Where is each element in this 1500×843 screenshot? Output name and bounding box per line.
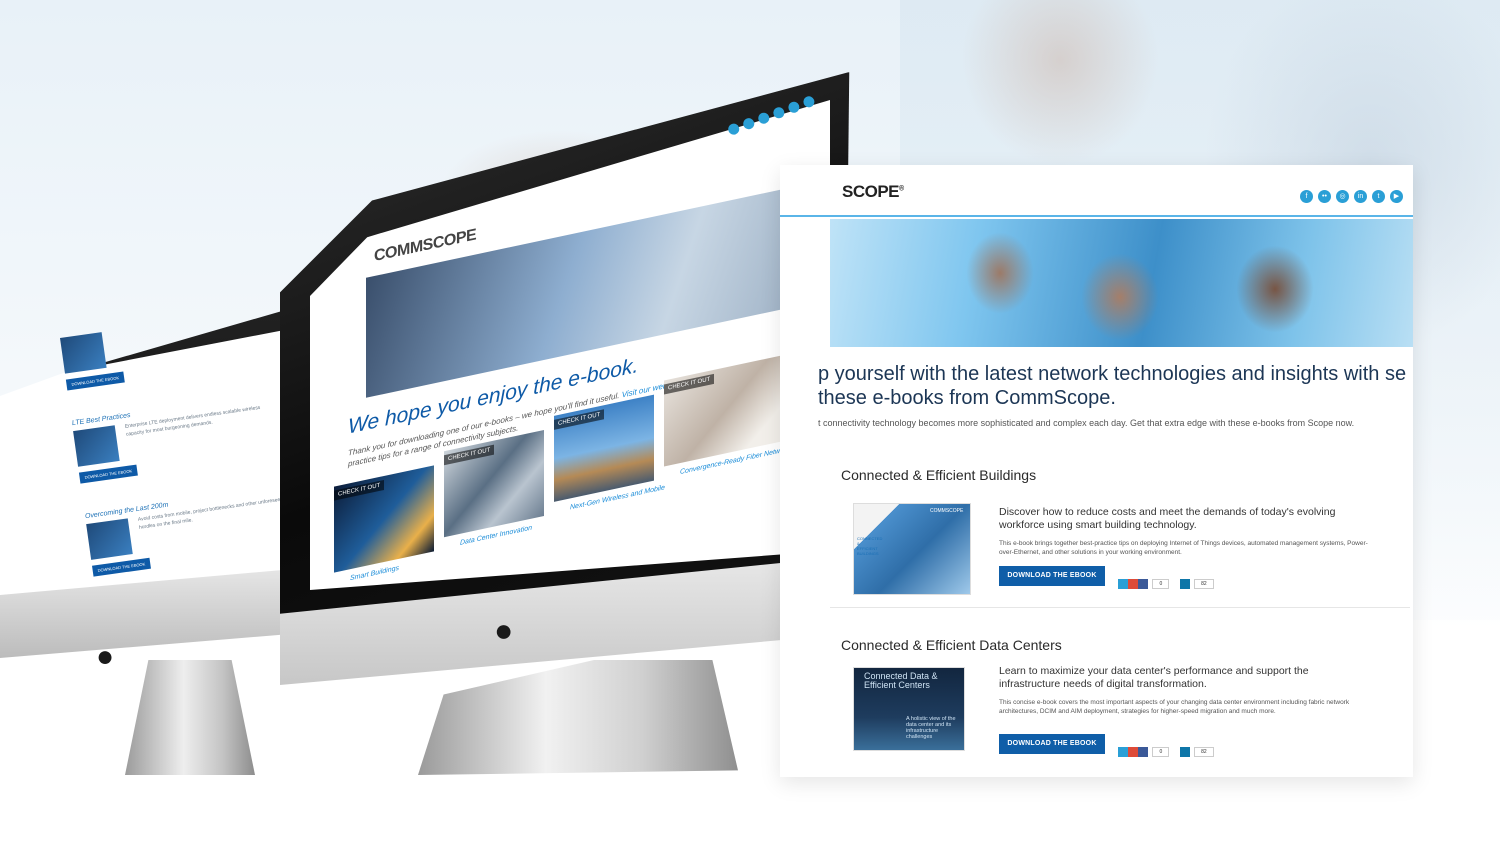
cover-brand: COMMSCOPE: [930, 508, 964, 514]
section-title: Connected & Efficient Data Centers: [841, 637, 1062, 653]
ebook-thumbnail: [73, 425, 120, 467]
download-ebook-button[interactable]: DOWNLOAD THE EBOOK: [999, 734, 1105, 754]
twitter-icon[interactable]: t: [1372, 190, 1385, 203]
flickr-icon[interactable]: ••: [1318, 190, 1331, 203]
page-headline: p yourself with the latest network techn…: [818, 363, 1407, 409]
apple-logo-icon: ●: [494, 612, 514, 648]
instagram-icon[interactable]: ◎: [1336, 190, 1349, 203]
ebook-thumbnail: [86, 518, 133, 560]
section-description: Discover how to reduce costs and meet th…: [999, 506, 1336, 531]
linkedin-icon[interactable]: in: [1354, 190, 1367, 203]
commscope-logo[interactable]: SCOPE®: [842, 182, 904, 202]
google-plus-share-icon[interactable]: [1128, 578, 1138, 589]
twitter-share-icon[interactable]: [1118, 578, 1128, 589]
youtube-icon[interactable]: ▶: [1390, 190, 1403, 203]
facebook-share-icon[interactable]: [1138, 746, 1148, 757]
facebook-icon[interactable]: f: [1300, 190, 1313, 203]
list-item: LTE Best Practices Enterprise LTE deploy…: [72, 388, 309, 484]
download-button[interactable]: DOWNLOAD THE EBOOK: [92, 557, 151, 577]
ebook-cover-data-centers[interactable]: Connected Data & Efficient Centers A hol…: [853, 667, 965, 751]
facebook-share-icon[interactable]: [1138, 578, 1148, 589]
hero-image: [830, 219, 1413, 347]
tile-fiber[interactable]: CHECK IT OUT Convergence-Ready Fiber Net…: [664, 354, 793, 476]
share-count: 0: [1152, 746, 1170, 757]
share-count: 82: [1194, 746, 1214, 757]
cover-title: CONNECTED & EFFICIENT BUILDINGS: [857, 536, 883, 556]
share-bar: 0 82: [1118, 575, 1214, 589]
share-bar: 0 82: [1118, 743, 1214, 757]
section-divider: [830, 607, 1410, 608]
linkedin-share-icon[interactable]: [1179, 578, 1190, 589]
ebook-thumbnail: [60, 332, 107, 374]
download-ebook-button[interactable]: DOWNLOAD THE EBOOK: [999, 566, 1105, 586]
social-icons: f •• ◎ in t ▶: [1300, 185, 1408, 203]
ebook-landing-page: SCOPE® f •• ◎ in t ▶ p yourself with the late…: [780, 165, 1413, 777]
medium-monitor-stand: [418, 660, 738, 775]
share-count: 0: [1152, 578, 1170, 589]
section-description: Learn to maximize your data center's per…: [999, 665, 1309, 690]
registered-mark: ®: [899, 185, 904, 193]
page-subtext: t connectivity technology becomes more s…: [818, 418, 1355, 428]
download-button[interactable]: DOWNLOAD THE EBOOK: [65, 371, 125, 391]
cover-title: Connected Data & Efficient Centers: [864, 671, 938, 690]
apple-logo-icon: ●: [96, 640, 115, 673]
google-plus-share-icon[interactable]: [1128, 746, 1138, 757]
download-button[interactable]: DOWNLOAD THE EBOOK: [78, 464, 138, 484]
tile-smart-buildings[interactable]: CHECK IT OUT Smart Buildings: [334, 465, 434, 582]
share-count: 82: [1194, 578, 1214, 589]
linkedin-share-icon[interactable]: [1179, 746, 1190, 757]
logo-text: SCOPE: [842, 182, 900, 201]
section-details: This concise e-book covers the most impo…: [999, 699, 1350, 715]
ebook-cover-buildings[interactable]: COMMSCOPE CONNECTED & EFFICIENT BUILDING…: [853, 503, 971, 595]
page-header: SCOPE® f •• ◎ in t ▶: [780, 165, 1413, 217]
twitter-share-icon[interactable]: [1118, 746, 1128, 757]
section-details: This e-book brings together best-practic…: [999, 540, 1368, 556]
cover-subtitle: A holistic view of the data center and i…: [906, 716, 956, 740]
section-title: Connected & Efficient Buildings: [841, 467, 1037, 483]
